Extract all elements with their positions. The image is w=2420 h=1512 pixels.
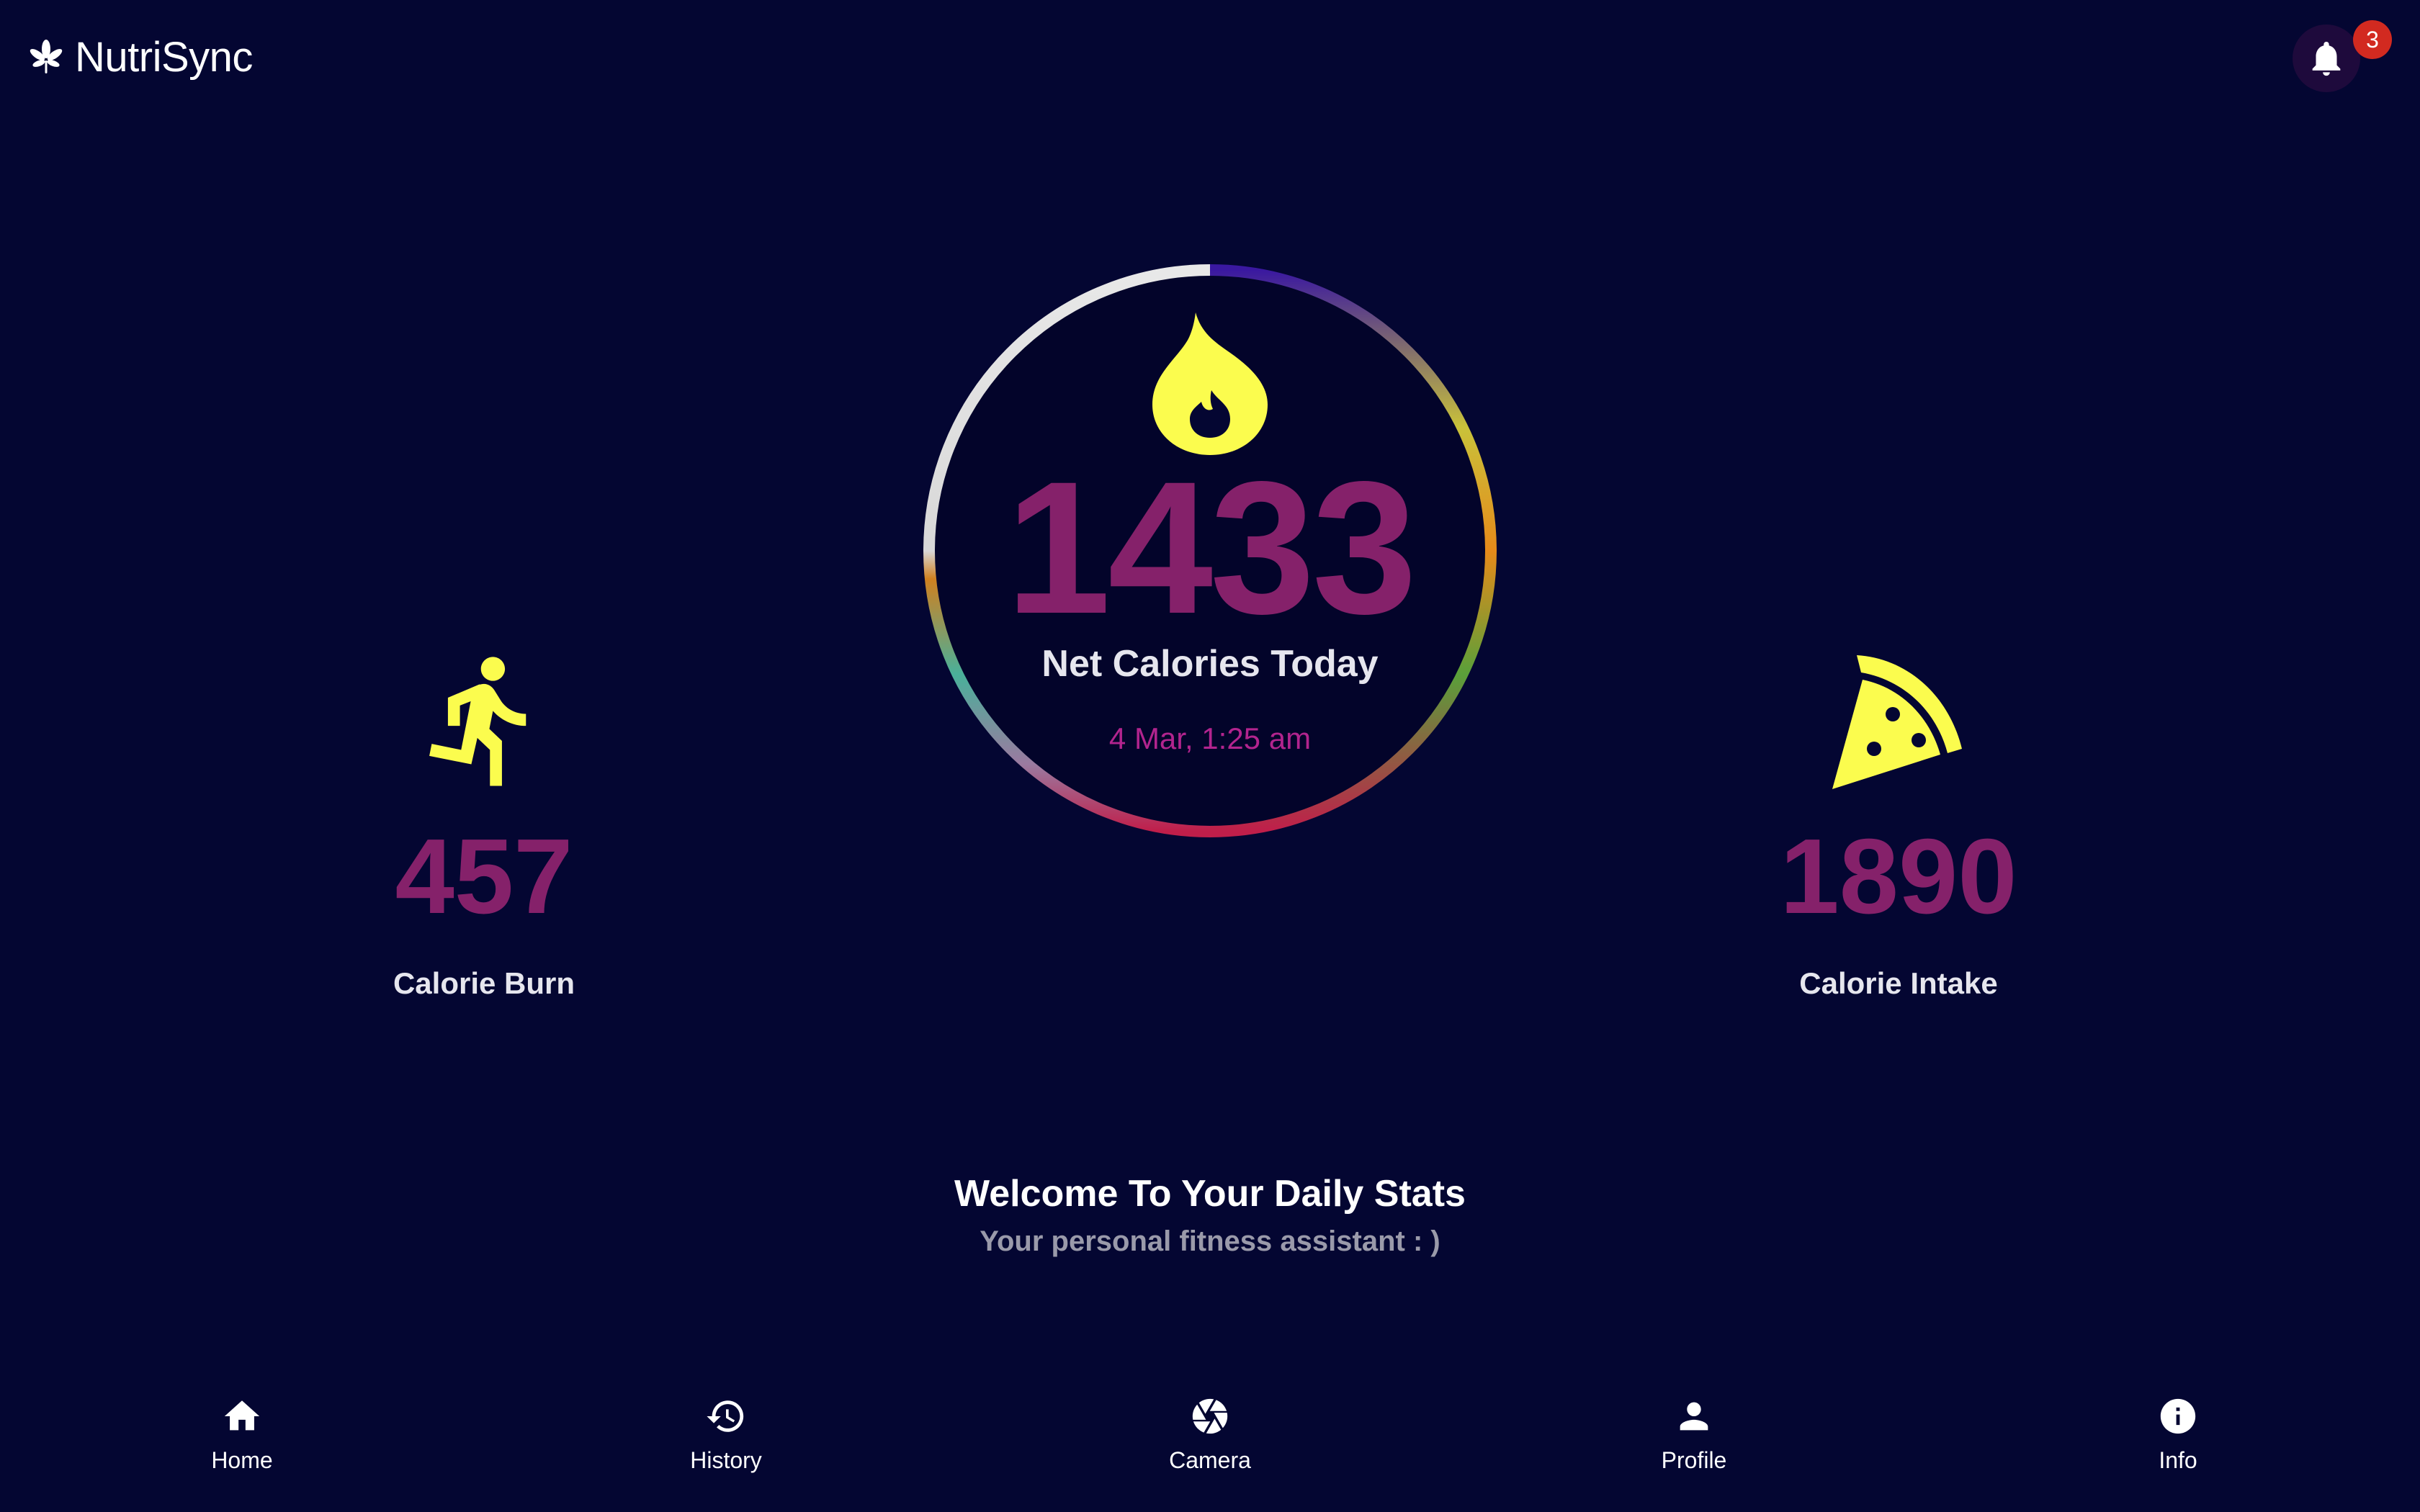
net-calories-value: 1433 — [1005, 442, 1417, 653]
app-root: NutriSync 3 1433 Net Calories Today 4 Ma… — [0, 0, 2420, 1512]
camera-icon — [1102, 1395, 1318, 1437]
welcome-subtitle: Your personal fitness assistant : ) — [980, 1225, 1440, 1257]
calorie-burn-stat: 457 Calorie Burn — [297, 648, 671, 1001]
notification-count-badge: 3 — [2353, 20, 2392, 59]
calorie-burn-label: Calorie Burn — [393, 966, 575, 1000]
home-icon — [134, 1395, 350, 1437]
nav-item-info[interactable]: Info — [2070, 1390, 2286, 1474]
app-name: NutriSync — [75, 34, 253, 81]
running-icon — [412, 648, 556, 792]
welcome-title: Welcome To Your Daily Stats — [954, 1173, 1466, 1215]
nav-label-profile: Profile — [1661, 1447, 1727, 1473]
calorie-intake-stat: 1890 Calorie Intake — [1711, 648, 2086, 1001]
nav-item-home[interactable]: Home — [134, 1390, 350, 1474]
nav-label-info: Info — [2159, 1447, 2197, 1473]
nav-label-history: History — [690, 1447, 762, 1473]
nav-item-history[interactable]: History — [618, 1390, 834, 1474]
notifications-button[interactable] — [2293, 24, 2360, 92]
nav-label-camera: Camera — [1169, 1447, 1251, 1473]
profile-icon — [1586, 1395, 1802, 1437]
leaf-icon — [27, 39, 65, 76]
net-calories-timestamp: 4 Mar, 1:25 am — [1108, 721, 1312, 755]
bottom-navigation: Home History Camera Profile Info — [0, 1390, 2420, 1498]
net-calories-ring: 1433 Net Calories Today 4 Mar, 1:25 am — [920, 261, 1500, 841]
calorie-burn-value: 457 — [395, 817, 573, 936]
pizza-icon — [1827, 648, 1971, 792]
app-logo[interactable]: NutriSync — [27, 33, 253, 81]
calorie-intake-value: 1890 — [1780, 817, 2017, 936]
nav-label-home: Home — [211, 1447, 273, 1473]
nav-item-profile[interactable]: Profile — [1586, 1390, 1802, 1474]
bell-icon — [2305, 37, 2347, 79]
calorie-intake-label: Calorie Intake — [1799, 966, 1998, 1000]
history-icon — [618, 1395, 834, 1437]
welcome-section: Welcome To Your Daily Stats Your persona… — [0, 1172, 2420, 1258]
info-icon — [2070, 1395, 2286, 1437]
net-calories-label: Net Calories Today — [1041, 643, 1379, 685]
nav-item-camera[interactable]: Camera — [1102, 1390, 1318, 1474]
flame-icon — [1145, 312, 1275, 456]
